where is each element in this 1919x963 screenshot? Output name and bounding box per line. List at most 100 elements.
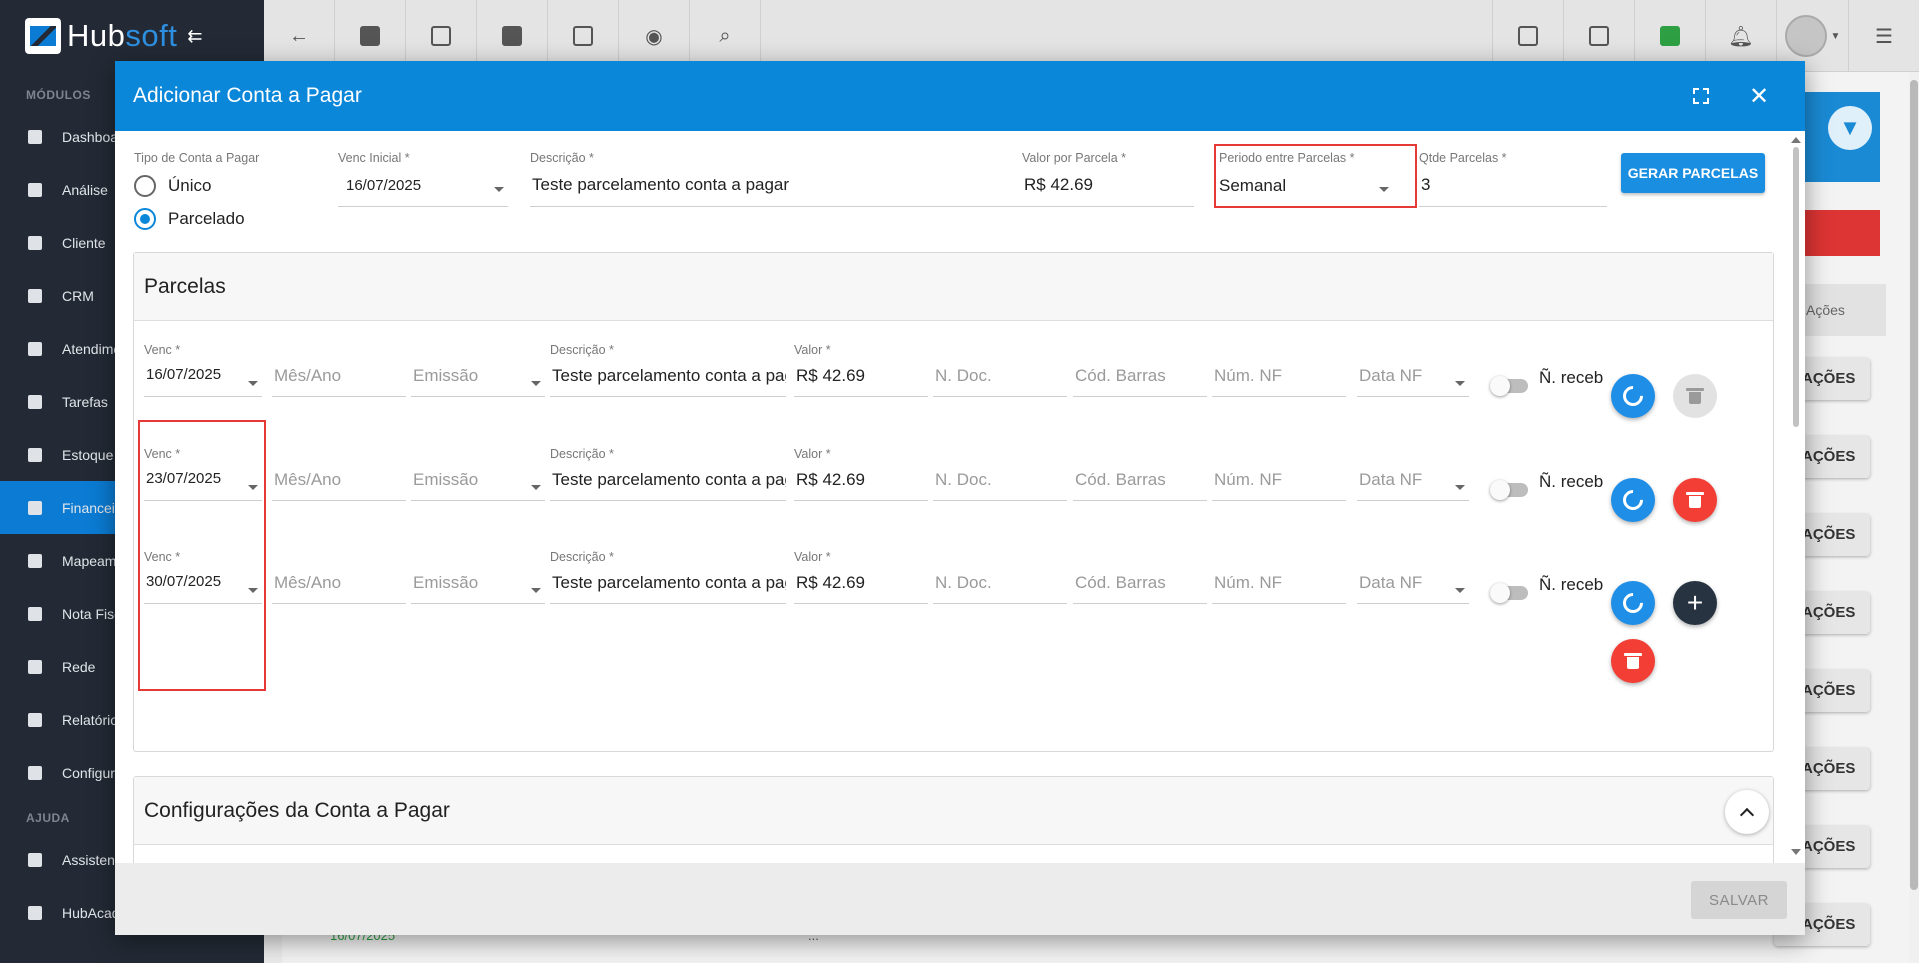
parcela-emissao-field[interactable]: .Emissão [411,447,545,501]
parcela-num-nf-field[interactable]: .Núm. NF [1212,550,1346,604]
qtde-parcelas-value[interactable]: 3 [1419,175,1607,195]
descricao-field[interactable]: Descrição * Teste parcelamento conta a p… [530,151,1100,207]
delete-button[interactable] [1611,639,1655,683]
field-value[interactable]: Emissão [411,470,545,490]
parcela-descricao-field[interactable]: Descrição * Teste parcelamento conta a pa… [550,447,786,501]
delete-button-disabled[interactable] [1673,374,1717,418]
field-value[interactable]: N. Doc. [933,366,1067,386]
menu-button[interactable]: ☰ [1848,0,1919,72]
parcela-ndoc-field[interactable]: .N. Doc. [933,343,1067,397]
field-value[interactable]: 16/07/2025 [144,366,262,383]
field-value[interactable]: Cód. Barras [1073,470,1207,490]
collapse-sidebar-icon[interactable]: ⇇ [187,26,202,47]
filter-button[interactable]: ▼ [1828,106,1872,150]
field-value[interactable]: Cód. Barras [1073,573,1207,593]
descricao-value[interactable]: Teste parcelamento conta a pagar [530,175,1100,195]
scroll-up-icon[interactable] [1791,137,1801,143]
parcela-num-nf-field[interactable]: .Núm. NF [1212,447,1346,501]
radio-unico[interactable]: Único [134,175,211,197]
qtde-parcelas-field[interactable]: Qtde Parcelas * 3 [1419,151,1607,207]
trash-icon [1686,388,1704,404]
field-value[interactable]: R$ 42.69 [794,573,928,593]
field-value[interactable]: Data NF [1357,366,1469,386]
modal-scrollbar[interactable] [1791,137,1801,855]
field-value[interactable]: Teste parcelamento conta a pagar [550,573,786,593]
parcela-data-nf-field[interactable]: .Data NF [1357,550,1469,604]
parcela-cod-barras-field[interactable]: .Cód. Barras [1073,550,1207,604]
fullscreen-button[interactable] [1676,61,1726,131]
parcela-data-nf-field[interactable]: .Data NF [1357,447,1469,501]
page-scrollbar-thumb[interactable] [1910,80,1918,890]
parcela-valor-field[interactable]: Valor * R$ 42.69 [794,447,928,501]
field-value[interactable]: Data NF [1357,470,1469,490]
hubsoft-logo-icon [25,18,61,54]
parcela-data-nf-field[interactable]: .Data NF [1357,343,1469,397]
save-button[interactable]: SALVAR [1691,881,1787,919]
highlight-venc-column [138,420,266,691]
parcela-mes-ano-field[interactable]: .Mês/Ano [272,550,406,604]
parcela-valor-field[interactable]: Valor * R$ 42.69 [794,550,928,604]
nao-recebido-toggle[interactable] [1490,583,1528,603]
gerar-parcelas-button[interactable]: GERAR PARCELAS [1621,153,1765,193]
radio-parcelado-circle[interactable] [134,208,156,230]
delete-button[interactable] [1673,478,1717,522]
field-value[interactable]: N. Doc. [933,470,1067,490]
nao-recebido-toggle[interactable] [1490,480,1528,500]
attach-button[interactable] [1611,374,1655,418]
field-value[interactable]: Emissão [411,573,545,593]
parcela-ndoc-field[interactable]: .N. Doc. [933,550,1067,604]
parcela-emissao-field[interactable]: .Emissão [411,343,545,397]
radio-parcelado[interactable]: Parcelado [134,208,245,230]
field-label: Valor * [794,550,831,564]
field-value[interactable]: Núm. NF [1212,366,1346,386]
youtube-icon [28,905,42,920]
field-value[interactable]: Data NF [1357,573,1469,593]
parcela-mes-ano-field[interactable]: .Mês/Ano [272,447,406,501]
parcela-cod-barras-field[interactable]: .Cód. Barras [1073,447,1207,501]
modal-scrollbar-thumb[interactable] [1793,147,1799,427]
valor-parcela-field[interactable]: Valor por Parcela * R$ 42.69 [1022,151,1194,207]
collapse-config-button[interactable] [1725,790,1769,834]
field-value[interactable]: Emissão [411,366,545,386]
caret-down-icon [531,588,541,593]
field-value[interactable]: N. Doc. [933,573,1067,593]
close-button[interactable]: ✕ [1734,61,1784,131]
parcela-row: Venc *30/07/2025.Mês/Ano.EmissãoDescriçã… [134,550,1775,683]
parcela-valor-field[interactable]: Valor * R$ 42.69 [794,343,928,397]
nao-recebido-toggle[interactable] [1490,376,1528,396]
parcela-venc-field[interactable]: Venc * 16/07/2025 [144,343,262,397]
field-value[interactable]: Núm. NF [1212,573,1346,593]
field-value[interactable]: Teste parcelamento conta a pagar [550,470,786,490]
radio-unico-circle[interactable] [134,175,156,197]
valor-parcela-value[interactable]: R$ 42.69 [1022,175,1194,195]
box-icon [28,447,42,462]
logo-text: Hubsoft [67,18,178,53]
attach-button[interactable] [1611,581,1655,625]
parcela-mes-ano-field[interactable]: .Mês/Ano [272,343,406,397]
field-value[interactable]: Mês/Ano [272,470,406,490]
dashboard-icon [28,129,42,144]
parcela-descricao-field[interactable]: Descrição * Teste parcelamento conta a pa… [550,343,786,397]
parcela-emissao-field[interactable]: .Emissão [411,550,545,604]
field-value[interactable]: Teste parcelamento conta a pagar [550,366,786,386]
parcela-descricao-field[interactable]: Descrição * Teste parcelamento conta a pa… [550,550,786,604]
attach-button[interactable] [1611,478,1655,522]
add-parcela-button[interactable]: + [1673,581,1717,625]
field-value[interactable]: Mês/Ano [272,366,406,386]
venc-inicial-value[interactable]: 16/07/2025 [338,177,508,194]
tipo-conta-label: Tipo de Conta a Pagar [134,151,260,165]
parcela-cod-barras-field[interactable]: .Cód. Barras [1073,343,1207,397]
highlight-periodo [1214,144,1417,208]
field-value[interactable]: R$ 42.69 [794,366,928,386]
parcela-ndoc-field[interactable]: .N. Doc. [933,447,1067,501]
scroll-down-icon[interactable] [1791,849,1801,855]
field-value[interactable]: Mês/Ano [272,573,406,593]
parcela-row: Venc *16/07/2025.Mês/Ano.EmissãoDescriçã… [134,343,1775,433]
venc-inicial-field[interactable]: Venc Inicial * 16/07/2025 [338,151,508,207]
field-value[interactable]: R$ 42.69 [794,470,928,490]
parcela-num-nf-field[interactable]: .Núm. NF [1212,343,1346,397]
field-value[interactable]: Cód. Barras [1073,366,1207,386]
field-value[interactable]: Núm. NF [1212,470,1346,490]
pdf-icon [1518,26,1538,46]
config-card: Configurações da Conta a Pagar [133,776,1774,863]
